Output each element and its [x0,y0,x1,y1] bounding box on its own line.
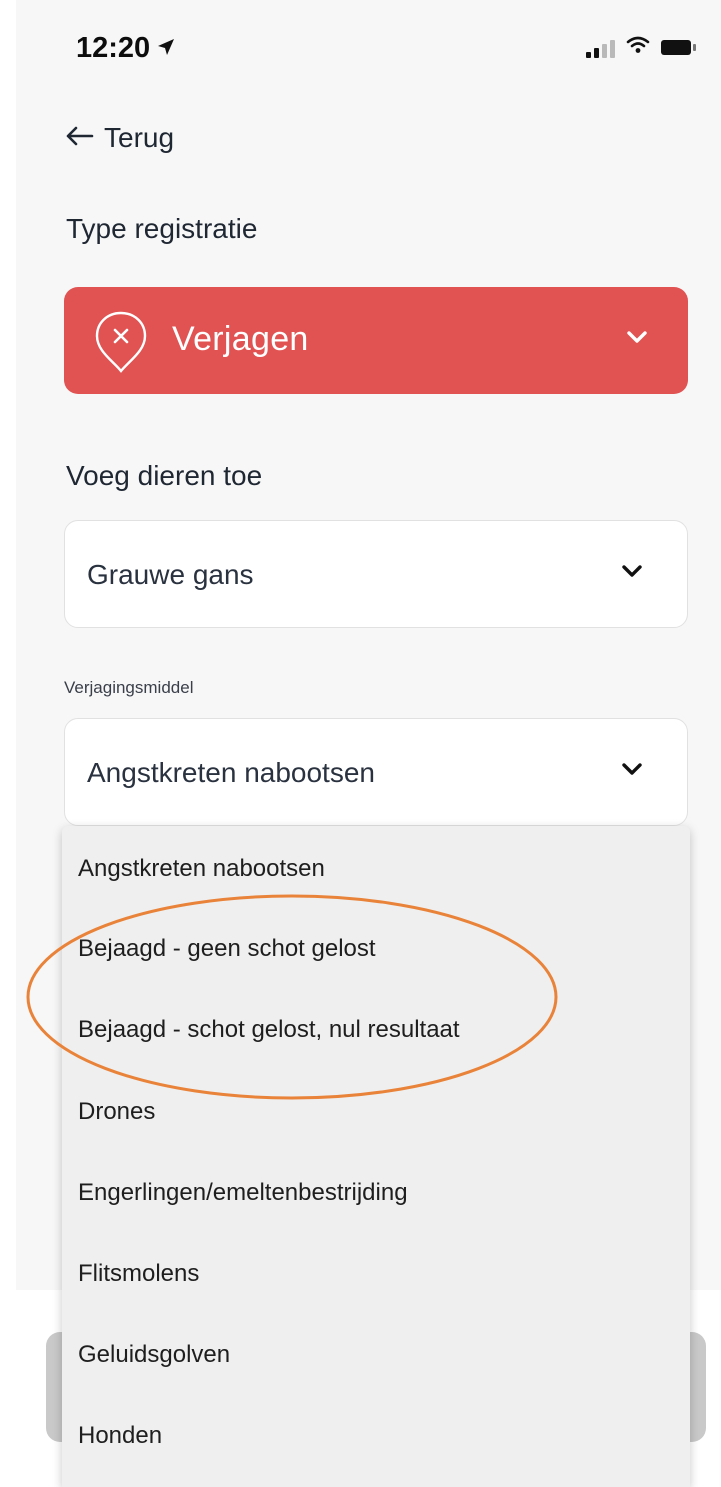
dropdown-option[interactable]: Geluidsgolven [78,1341,230,1369]
type-label: Type registratie [66,213,258,244]
cell-signal-icon [586,38,615,58]
animals-value: Grauwe gans [87,559,254,590]
chevron-down-icon [621,761,643,782]
dropdown-option[interactable]: Bejaagd - schot gelost, nul resultaat [78,1016,460,1044]
animals-select[interactable]: Grauwe gans [64,520,688,628]
map-pin-cross-icon [92,309,150,380]
back-label: Terug [104,122,175,153]
animals-label: Voeg dieren toe [66,460,263,491]
method-dropdown-list: Angstkreten nabootsen Bejaagd - geen sch… [62,826,690,1487]
arrow-left-icon [64,122,94,154]
method-label: Verjagingsmiddel [64,678,194,697]
back-button[interactable]: Terug [64,122,174,154]
type-value: Verjagen [172,320,309,358]
dropdown-option[interactable]: Angstkreten nabootsen [78,855,325,883]
chevron-down-icon [626,329,648,350]
status-time: 12:20 [76,32,176,65]
battery-icon [661,40,696,55]
chevron-down-icon [621,563,643,584]
dropdown-option[interactable]: Honden [78,1422,162,1450]
wifi-icon [626,36,650,59]
dropdown-option[interactable]: Engerlingen/emeltenbestrijding [78,1179,408,1207]
status-time-label: 12:20 [76,32,151,64]
type-select[interactable]: Verjagen [64,287,688,394]
dropdown-option[interactable]: Bejaagd - geen schot gelost [78,935,376,963]
dropdown-option[interactable]: Flitsmolens [78,1260,199,1288]
location-arrow-icon [156,32,176,65]
method-select[interactable]: Angstkreten nabootsen [64,718,688,826]
status-bar: 12:20 [0,0,721,105]
dropdown-option[interactable]: Drones [78,1098,155,1126]
method-value: Angstkreten nabootsen [87,757,375,788]
